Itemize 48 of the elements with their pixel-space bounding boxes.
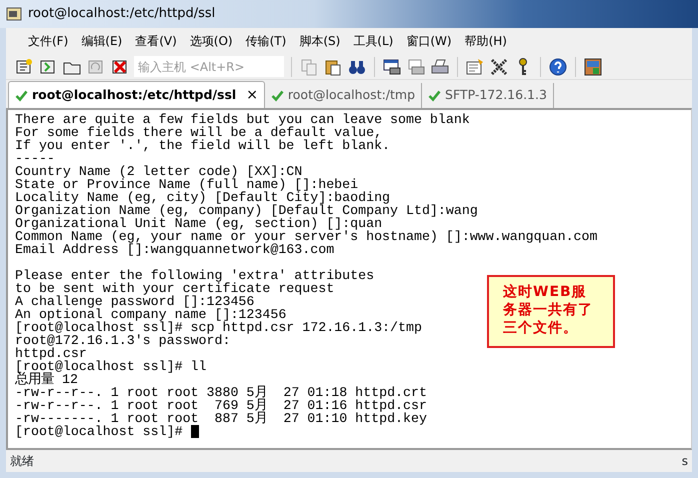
- terminal-line: Country Name (2 letter code) [XX]:CN: [15, 164, 302, 179]
- callout-text: 这时WEB服务器一共有了三个文件。: [503, 283, 594, 337]
- terminal-line: 总用量 12: [15, 372, 78, 387]
- help-icon[interactable]: [548, 56, 568, 76]
- terminal-line: For some fields there will be a default value,: [15, 125, 382, 140]
- print-preview-icon[interactable]: [406, 56, 426, 76]
- terminal-pane[interactable]: [6, 108, 692, 450]
- connect-icon[interactable]: [14, 56, 34, 76]
- menu-item[interactable]: 工具(L): [347, 30, 400, 52]
- status-text: 就绪: [10, 453, 34, 470]
- close-button[interactable]: ×: [246, 84, 258, 106]
- status-text: s: [682, 453, 688, 470]
- menu-item[interactable]: 文件(F): [22, 30, 74, 52]
- terminal-line: If you enter '.', the field will be left blank.: [15, 138, 390, 153]
- terminal-line: -rw-r--r--. 1 root root 769 5月 27 01:16 httpd.csr: [15, 398, 427, 413]
- terminal-line: to be sent with your certificate request: [15, 281, 334, 296]
- terminal-line: A challenge password []:123456: [15, 294, 254, 309]
- window-title: root@localhost:/etc/httpd/ssl: [28, 5, 216, 24]
- terminal-line: Organizational Unit Name (eg, section) []:quan: [15, 216, 382, 231]
- menu-item[interactable]: 窗口(W): [400, 30, 458, 52]
- terminal-line: -rw-r--r--. 1 root root 3880 5月 27 01:18 httpd.crt: [15, 385, 427, 400]
- terminal-line: Please enter the following 'extra' attributes: [15, 268, 374, 283]
- terminal-line: An optional company name []:123456: [15, 307, 286, 322]
- terminal-line: [root@localhost ssl]# scp httpd.csr 172.16.1.3:/tmp: [15, 320, 422, 335]
- terminal-line: Email Address []:wangquannetwork@163.com: [15, 242, 334, 257]
- menu-item[interactable]: 查看(V): [129, 30, 183, 52]
- terminal-line: [root@localhost ssl]#: [15, 424, 184, 439]
- terminal-line: httpd.csr: [15, 346, 87, 361]
- menu-item[interactable]: 帮助(H): [458, 30, 513, 52]
- menu-item[interactable]: 编辑(E): [75, 30, 128, 52]
- menu-item[interactable]: 传输(T): [240, 30, 292, 52]
- tab[interactable]: root@localhost:/etc/httpd/ssl ×: [8, 81, 265, 108]
- terminal-line: Organization Name (eg, company) [Default Company Ltd]:wang: [15, 203, 478, 218]
- menu-item[interactable]: 脚本(S): [293, 30, 346, 52]
- tools-icon[interactable]: [489, 56, 509, 76]
- terminal-line: [root@localhost ssl]# ll: [15, 359, 207, 374]
- menu-item[interactable]: 选项(O): [184, 30, 239, 52]
- print-setup-icon[interactable]: [382, 56, 402, 76]
- host-field[interactable]: 输入主机 <Alt+R>: [134, 56, 284, 77]
- terminal-line: Locality Name (eg, city) [Default City]:baoding: [15, 190, 390, 205]
- terminal-line: -----: [15, 151, 55, 166]
- terminal-line: -rw-------. 1 root root 887 5月 27 01:10 httpd.key: [15, 411, 427, 426]
- app-icon: [6, 6, 22, 22]
- printer-icon[interactable]: [430, 56, 450, 76]
- terminal-line: There are quite a few fields but you can leave some blank: [15, 112, 470, 127]
- terminal-line: Common Name (eg, your name or your server's hostname) []:www.wangquan.com: [15, 229, 598, 244]
- terminal-line: State or Province Name (full name) []:hebei: [15, 177, 358, 192]
- terminal-line: root@172.16.1.3's password:: [15, 333, 230, 348]
